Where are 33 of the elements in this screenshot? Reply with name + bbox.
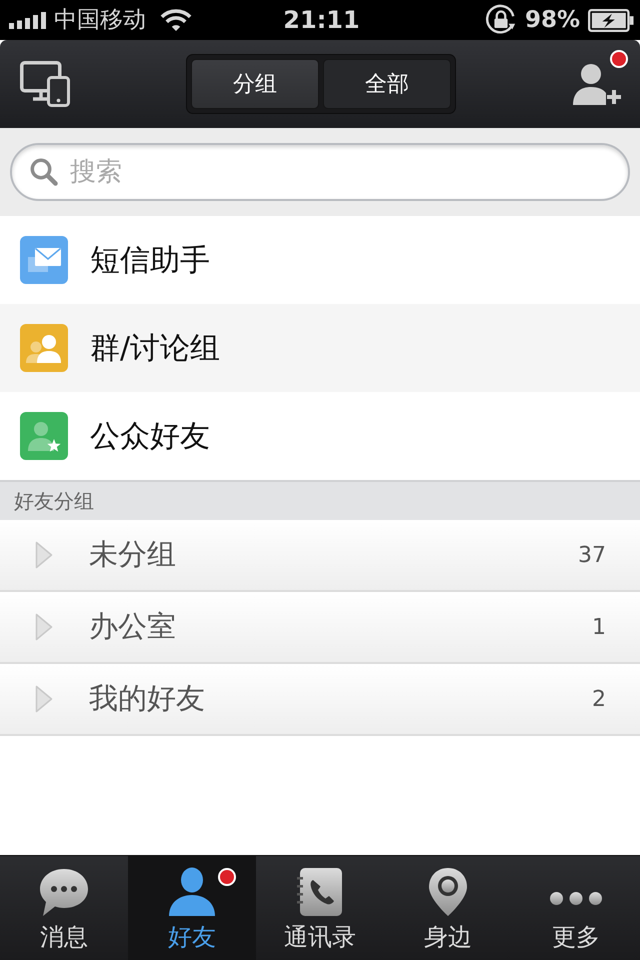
signal-icon [9,12,46,28]
carrier-name: 中国移动 [54,6,146,34]
search-icon [30,158,58,186]
group-name: 办公室 [89,608,176,645]
battery-icon [588,8,634,32]
chat-bubble-icon [38,866,90,918]
shortcut-label: 短信助手 [90,242,210,280]
three-dots-icon [550,892,602,905]
group-count: 2 [592,686,606,712]
group-count: 1 [592,614,606,640]
section-title: 好友分组 [14,488,94,514]
tab-item[interactable]: 消息 [0,856,128,960]
wifi-icon [160,8,192,32]
tab-item[interactable]: 更多 [512,856,640,960]
shortcut-row[interactable]: 群/讨论组 [0,304,640,392]
person-icon [166,866,218,918]
group-count: 37 [578,542,606,568]
shortcut-label: 群/讨论组 [90,330,220,368]
battery-percent: 98% [524,6,580,34]
rotation-lock-icon [484,4,517,36]
segment-tab[interactable]: 分组 [191,59,319,109]
add-person-icon[interactable] [572,62,622,106]
group-name: 我的好友 [89,680,205,717]
shortcut-label: 公众好友 [90,418,210,456]
search-input[interactable]: 搜索 [70,157,628,187]
tab-item[interactable]: 好友 [128,856,256,960]
group-name: 未分组 [89,536,176,573]
segment-tab[interactable]: 全部 [323,59,451,109]
search-field[interactable]: 搜索 [10,143,630,201]
tab-item[interactable]: 通讯录 [256,856,384,960]
monitor-phone-icon[interactable] [20,61,70,107]
clock-time: 21:11 [283,6,360,34]
tab-item[interactable]: 身边 [384,856,512,960]
